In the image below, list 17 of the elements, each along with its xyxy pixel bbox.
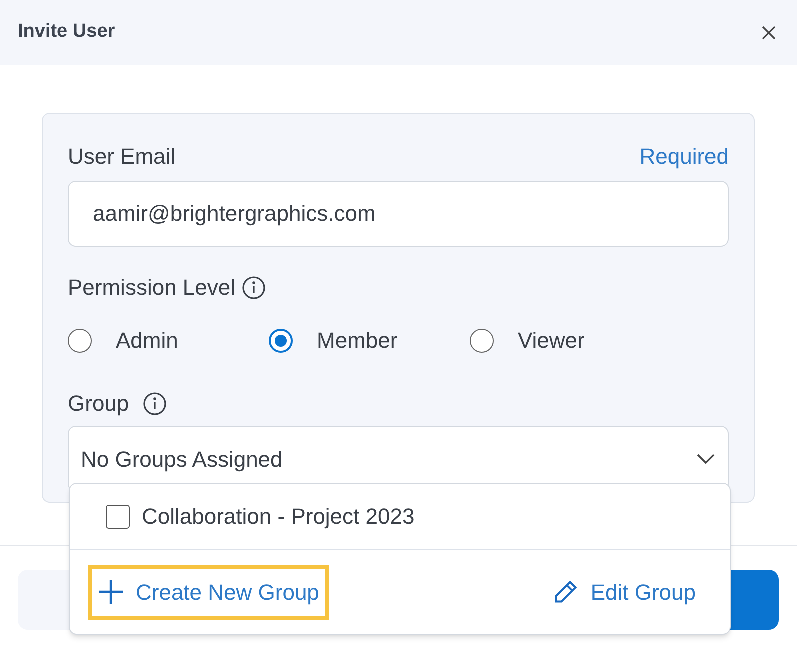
- group-option[interactable]: Collaboration - Project 2023: [70, 484, 730, 550]
- plus-icon: [98, 579, 124, 605]
- info-icon: [242, 276, 266, 300]
- radio-option[interactable]: Viewer: [470, 324, 671, 357]
- radio-option[interactable]: Member: [269, 324, 470, 357]
- create-group-button[interactable]: Create New Group: [88, 564, 330, 620]
- field-label: Group: [68, 390, 130, 418]
- email-field[interactable]: aamir@brightergraphics.com: [68, 181, 729, 247]
- edit-group-button[interactable]: Edit Group: [542, 564, 706, 620]
- dialog-title: Invite User: [18, 20, 116, 44]
- info-icon: [143, 392, 168, 416]
- field-label: User Email: [68, 143, 176, 171]
- close-icon[interactable]: [761, 24, 777, 40]
- pencil-icon: [552, 579, 579, 605]
- field-label: Permission Level: [68, 274, 236, 302]
- required-label: Required: [640, 143, 729, 171]
- radio-option[interactable]: Admin: [68, 324, 269, 357]
